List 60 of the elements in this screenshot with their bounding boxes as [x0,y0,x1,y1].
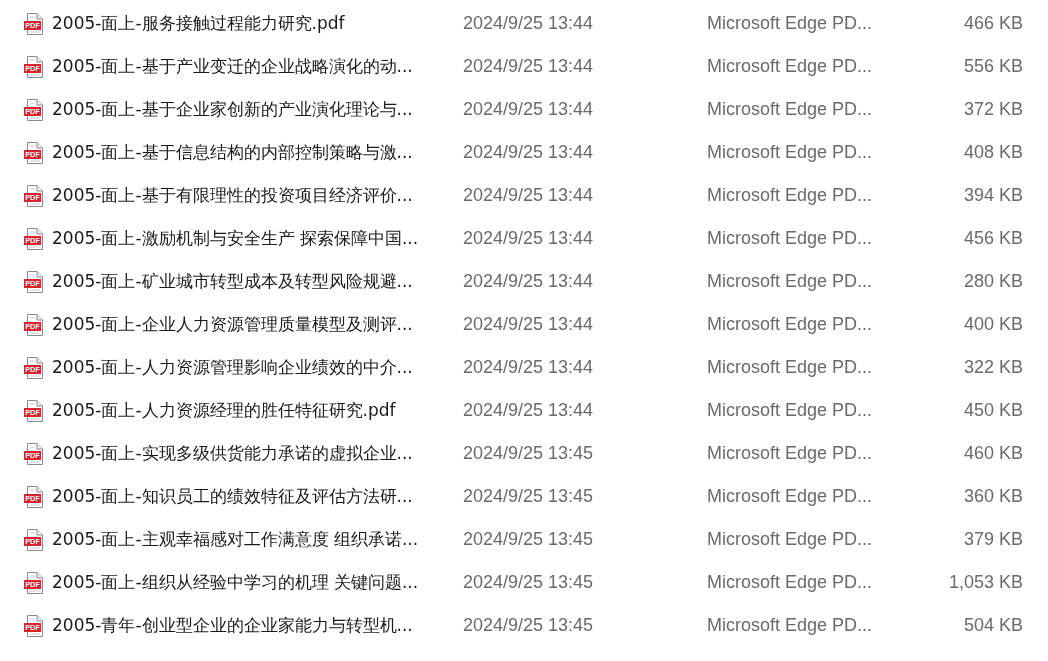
table-cell: 360 KB [963,486,1023,507]
table-cell: 2024/9/25 13:44 [463,271,594,292]
table-cell: 2024/9/25 13:44 [463,314,594,335]
table-cell: Microsoft Edge PD... [707,314,873,335]
table-cell: 504 KB [963,615,1023,636]
file-name[interactable]: 2005-面上-知识员工的绩效特征及评估方法研... [52,485,413,508]
table-cell: 2024/9/25 13:45 [463,615,594,636]
table-cell: Microsoft Edge PD... [707,228,873,249]
table-cell: Microsoft Edge PD... [707,271,873,292]
table-cell: 2024/9/25 13:44 [463,142,594,163]
table-cell: 322 KB [963,357,1023,378]
file-name[interactable]: 2005-面上-人力资源经理的胜任特征研究.pdf [52,399,396,422]
table-cell: 556 KB [963,56,1023,77]
table-cell: 372 KB [963,99,1023,120]
table-cell: 280 KB [963,271,1023,292]
file-name[interactable]: 2005-面上-基于信息结构的内部控制策略与激... [52,141,413,164]
table-cell: Microsoft Edge PD... [707,615,873,636]
table-cell: Microsoft Edge PD... [707,142,873,163]
file-name[interactable]: 2005-面上-实现多级供货能力承诺的虚拟企业... [52,442,413,465]
table-cell: Microsoft Edge PD... [707,56,873,77]
table-cell: 379 KB [963,529,1023,550]
file-name[interactable]: 2005-面上-企业人力资源管理质量模型及测评... [52,313,413,336]
file-name[interactable]: 2005-面上-基于产业变迁的企业战略演化的动... [52,55,413,78]
table-cell: Microsoft Edge PD... [707,529,873,550]
table-cell: 400 KB [963,314,1023,335]
file-name[interactable]: 2005-面上-组织从经验中学习的机理 关键问题... [52,571,419,594]
table-cell: Microsoft Edge PD... [707,185,873,206]
table-cell: 2024/9/25 13:45 [463,529,594,550]
table-cell: 2024/9/25 13:44 [463,228,594,249]
table-cell: 456 KB [963,228,1023,249]
table-cell: 466 KB [963,13,1023,34]
table-cell: Microsoft Edge PD... [707,486,873,507]
table-cell: 2024/9/25 13:44 [463,400,594,421]
table-cell: 2024/9/25 13:45 [463,486,594,507]
file-name[interactable]: 2005-面上-基于有限理性的投资项目经济评价... [52,184,413,207]
table-cell: 2024/9/25 13:45 [463,443,594,464]
table-cell: Microsoft Edge PD... [707,99,873,120]
table-cell: 450 KB [963,400,1023,421]
table-cell: 2024/9/25 13:44 [463,99,594,120]
table-cell: 2024/9/25 13:44 [463,56,594,77]
file-name[interactable]: 2005-面上-矿业城市转型成本及转型风险规避... [52,270,413,293]
table-cell: Microsoft Edge PD... [707,572,873,593]
file-name[interactable]: 2005-面上-人力资源管理影响企业绩效的中介... [52,356,413,379]
file-name[interactable]: 2005-面上-基于企业家创新的产业演化理论与... [52,98,413,121]
table-cell: 2024/9/25 13:44 [463,185,594,206]
table-cell: Microsoft Edge PD... [707,400,873,421]
table-cell: 460 KB [963,443,1023,464]
table-cell: 394 KB [963,185,1023,206]
table-cell: 1,053 KB [948,572,1023,593]
table-cell: 2024/9/25 13:44 [463,13,594,34]
table-cell: 2024/9/25 13:44 [463,357,594,378]
file-name[interactable]: 2005-青年-创业型企业的企业家能力与转型机... [52,614,413,637]
file-name[interactable]: 2005-面上-服务接触过程能力研究.pdf [52,12,345,35]
table-cell: Microsoft Edge PD... [707,443,873,464]
file-name[interactable]: 2005-面上-主观幸福感对工作满意度 组织承诺... [52,528,419,551]
table-cell: 2024/9/25 13:45 [463,572,594,593]
file-name[interactable]: 2005-面上-激励机制与安全生产 探索保障中国... [52,227,419,250]
table-cell: Microsoft Edge PD... [707,13,873,34]
table-cell: Microsoft Edge PD... [707,357,873,378]
table-cell: 408 KB [963,142,1023,163]
